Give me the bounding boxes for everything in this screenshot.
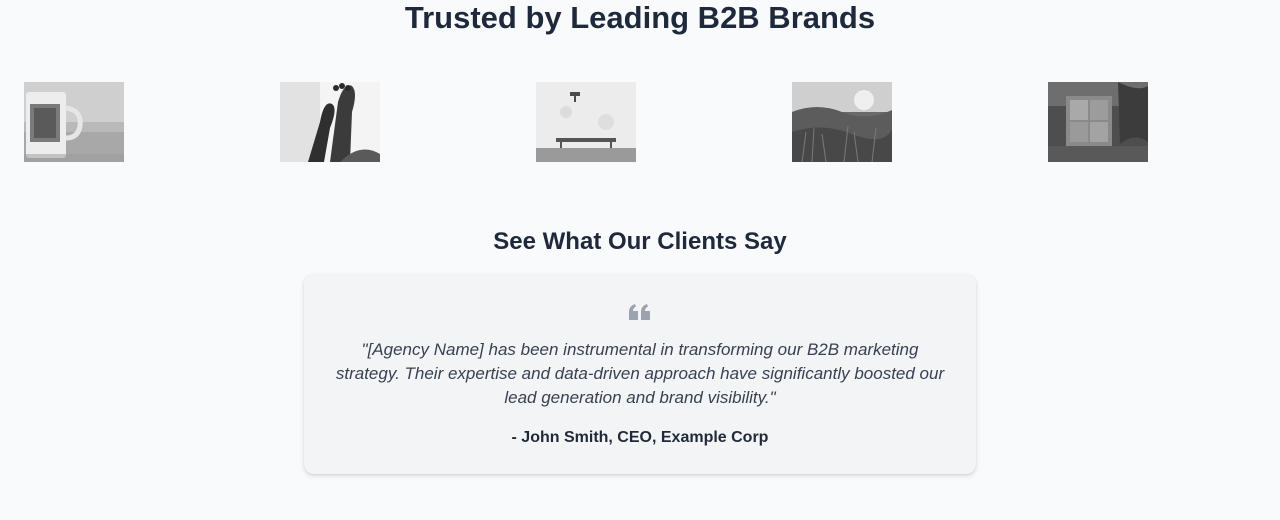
bench-image [536,82,636,162]
brand-logo-feet [280,82,380,162]
testimonial-card: "[Agency Name] has been instrumental in … [304,274,976,474]
testimonial-quote: "[Agency Name] has been instrumental in … [335,340,945,407]
testimonials-section-title: See What Our Clients Say [493,228,787,255]
quote-left-icon [304,302,976,326]
brands-section-title: Trusted by Leading B2B Brands [404,0,876,35]
brand-logo-bench [536,82,636,162]
brand-logo-field [792,82,892,162]
brand-logo-window [1048,82,1148,162]
brand-logo-row [0,82,1280,162]
page: Trusted by Leading B2B Brands See What O… [0,0,1280,520]
mug-image [24,82,124,162]
testimonial-author: - John Smith, CEO, Example Corp [511,429,769,446]
brand-logo-mug [24,82,124,162]
feet-image [280,82,380,162]
field-image [792,82,892,162]
window-image [1048,82,1148,162]
